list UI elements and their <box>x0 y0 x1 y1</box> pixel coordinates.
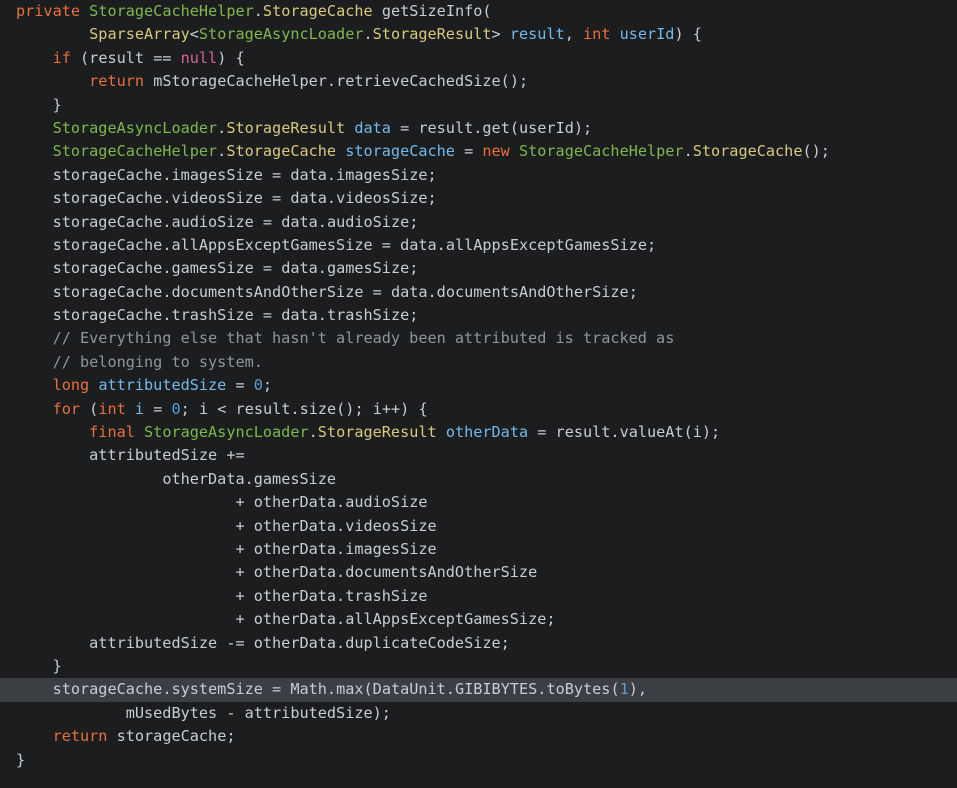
code-line[interactable]: storageCache.allAppsExceptGamesSize = da… <box>0 234 957 257</box>
code-line[interactable]: storageCache.documentsAndOtherSize = dat… <box>0 281 957 304</box>
code-line[interactable]: storageCache.systemSize = Math.max(DataU… <box>0 678 957 702</box>
code-line[interactable]: storageCache.trashSize = data.trashSize; <box>0 304 957 327</box>
code-line[interactable]: StorageAsyncLoader.StorageResult data = … <box>0 117 957 140</box>
code-line[interactable]: } <box>0 94 957 117</box>
code-line[interactable]: + otherData.allAppsExceptGamesSize; <box>0 608 957 631</box>
code-line[interactable]: // Everything else that hasn't already b… <box>0 327 957 350</box>
code-line[interactable]: + otherData.videosSize <box>0 515 957 538</box>
code-line[interactable]: } <box>0 749 957 772</box>
code-line[interactable]: SparseArray<StorageAsyncLoader.StorageRe… <box>0 23 957 46</box>
code-line[interactable]: return storageCache; <box>0 725 957 748</box>
code-line[interactable]: StorageCacheHelper.StorageCache storageC… <box>0 140 957 163</box>
code-line[interactable]: + otherData.documentsAndOtherSize <box>0 561 957 584</box>
code-line[interactable]: return mStorageCacheHelper.retrieveCache… <box>0 70 957 93</box>
code-line[interactable]: otherData.gamesSize <box>0 468 957 491</box>
code-line[interactable]: attributedSize += <box>0 444 957 467</box>
code-line[interactable]: storageCache.gamesSize = data.gamesSize; <box>0 257 957 280</box>
code-line[interactable]: + otherData.imagesSize <box>0 538 957 561</box>
code-line[interactable]: + otherData.audioSize <box>0 491 957 514</box>
code-line[interactable]: private StorageCacheHelper.StorageCache … <box>0 0 957 23</box>
code-line[interactable]: final StorageAsyncLoader.StorageResult o… <box>0 421 957 444</box>
code-line[interactable]: storageCache.imagesSize = data.imagesSiz… <box>0 164 957 187</box>
code-line[interactable]: if (result == null) { <box>0 47 957 70</box>
code-line[interactable]: storageCache.audioSize = data.audioSize; <box>0 211 957 234</box>
code-line[interactable]: for (int i = 0; i < result.size(); i++) … <box>0 398 957 421</box>
code-line[interactable]: long attributedSize = 0; <box>0 374 957 397</box>
code-line[interactable]: // belonging to system. <box>0 351 957 374</box>
code-line[interactable]: attributedSize -= otherData.duplicateCod… <box>0 632 957 655</box>
code-line[interactable]: } <box>0 655 957 678</box>
code-line[interactable]: mUsedBytes - attributedSize); <box>0 702 957 725</box>
code-content[interactable]: private StorageCacheHelper.StorageCache … <box>0 0 957 772</box>
code-line[interactable]: storageCache.videosSize = data.videosSiz… <box>0 187 957 210</box>
code-line[interactable]: + otherData.trashSize <box>0 585 957 608</box>
code-editor-viewport[interactable]: private StorageCacheHelper.StorageCache … <box>0 0 957 788</box>
